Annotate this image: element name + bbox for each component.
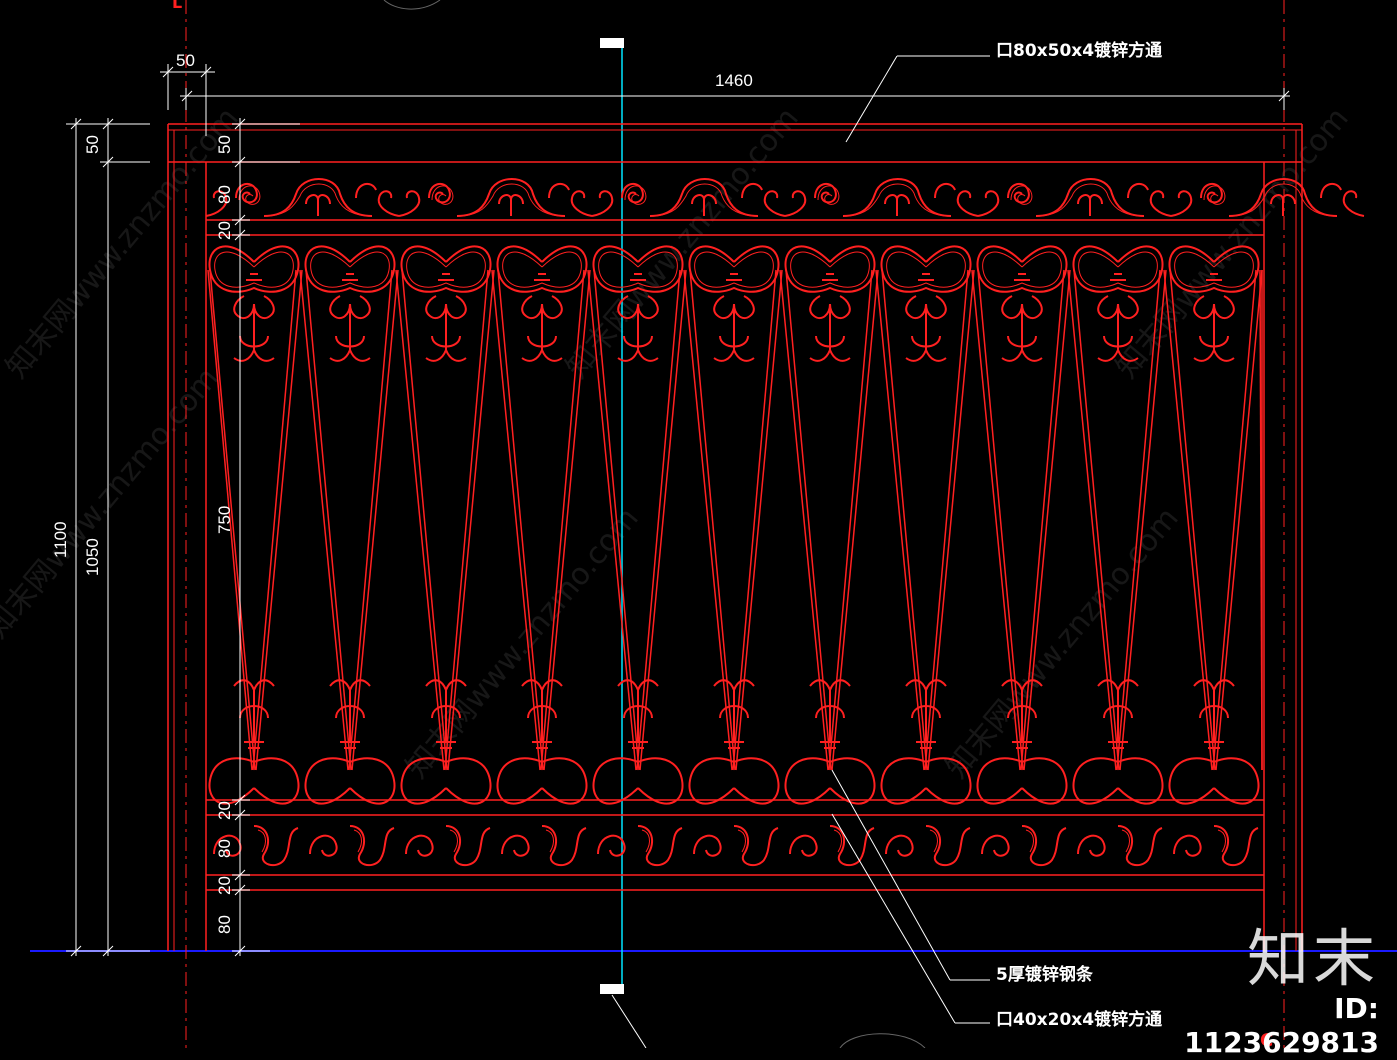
ring-ornament	[496, 245, 588, 362]
bottom-scroll-motif	[1077, 825, 1163, 867]
lower-ornament-row	[208, 679, 1260, 805]
lower-ornament	[496, 679, 588, 805]
svg-text:知末网www.znzmo.com: 知末网www.znzmo.com	[0, 101, 246, 385]
ring-ornament	[688, 245, 780, 362]
dim-total-height: 1100	[51, 521, 70, 558]
top-scroll-motif	[977, 178, 1172, 217]
svg-text:知末网www.znzmo.com: 知末网www.znzmo.com	[559, 101, 805, 385]
leader-lines	[831, 55, 990, 1024]
section-marker-bottom	[600, 984, 624, 994]
dim-post-width: 50	[176, 51, 195, 70]
contour-line-bottom	[839, 1033, 926, 1048]
bottom-scroll-motif	[405, 825, 491, 867]
dim-lower-gap-2: 20	[215, 876, 234, 895]
lower-ornament	[1168, 679, 1260, 805]
lower-ornament	[688, 679, 780, 805]
ring-ornament	[400, 245, 492, 362]
axis-label-left: L	[172, 0, 182, 12]
dim-post-height: 1050	[83, 538, 102, 576]
bottom-scroll-motif	[789, 825, 875, 867]
bottom-scroll-motif	[693, 825, 779, 867]
section-marker-top	[600, 38, 624, 48]
note-small-tube-spec: 口40x20x4镀锌方通	[996, 1009, 1162, 1030]
svg-text:知末网www.znzmo.com: 知末网www.znzmo.com	[0, 361, 226, 645]
brand-watermark: 知末 ID: 1123629813	[1139, 922, 1379, 1060]
lower-ornament	[208, 679, 300, 805]
top-scroll-band	[205, 178, 1365, 217]
brand-logo: 知末	[1246, 922, 1379, 995]
note-steel-bar-spec: 5厚镀锌钢条	[996, 964, 1094, 985]
lower-ornament	[304, 679, 396, 805]
dim-top-rail: 50	[215, 135, 234, 154]
dimension-lines	[66, 64, 1290, 957]
svg-text:知末网www.znzmo.com: 知末网www.znzmo.com	[1109, 101, 1355, 385]
lower-ornament	[1072, 679, 1164, 805]
top-scroll-motif	[205, 178, 400, 217]
dim-top-rail-outer: 50	[83, 135, 102, 154]
cad-drawing-canvas: 知末网www.znzmo.com 知末网www.znzmo.com 知末网www…	[0, 0, 1397, 1048]
section-marker-leader	[611, 994, 647, 1048]
lower-ornament	[592, 679, 684, 805]
bottom-scroll-motif	[885, 825, 971, 867]
dim-top-gap: 20	[215, 221, 234, 240]
ring-ornament	[784, 245, 876, 362]
ring-ornament	[976, 245, 1068, 362]
ring-ornament	[304, 245, 396, 362]
bottom-scroll-motif	[1173, 825, 1259, 867]
brand-id: ID: 1123629813	[1184, 992, 1379, 1059]
contour-line-top	[383, 0, 441, 10]
dim-lower-gap-1: 20	[215, 801, 234, 820]
bottom-scroll-motif	[309, 825, 395, 867]
note-top-rail-spec: 口80x50x4镀锌方通	[996, 40, 1162, 61]
top-scroll-motif	[784, 178, 979, 217]
bottom-scroll-motif	[501, 825, 587, 867]
lower-ornament	[784, 679, 876, 805]
dim-total-width: 1460	[715, 71, 753, 90]
dim-top-band: 80	[215, 185, 234, 204]
bottom-scroll-motif	[981, 825, 1067, 867]
upper-ornament-row	[208, 245, 1260, 362]
bottom-scroll-motif	[597, 825, 683, 867]
dim-middle: 750	[215, 506, 234, 534]
dim-lower-band: 80	[215, 839, 234, 858]
dim-bottom-clear: 80	[215, 915, 234, 934]
top-scroll-motif	[398, 178, 593, 217]
ring-ornament	[880, 245, 972, 362]
bottom-scroll-band	[213, 825, 1259, 867]
ring-ornament	[208, 245, 300, 362]
svg-text:知末网www.znzmo.com: 知末网www.znzmo.com	[939, 501, 1185, 785]
